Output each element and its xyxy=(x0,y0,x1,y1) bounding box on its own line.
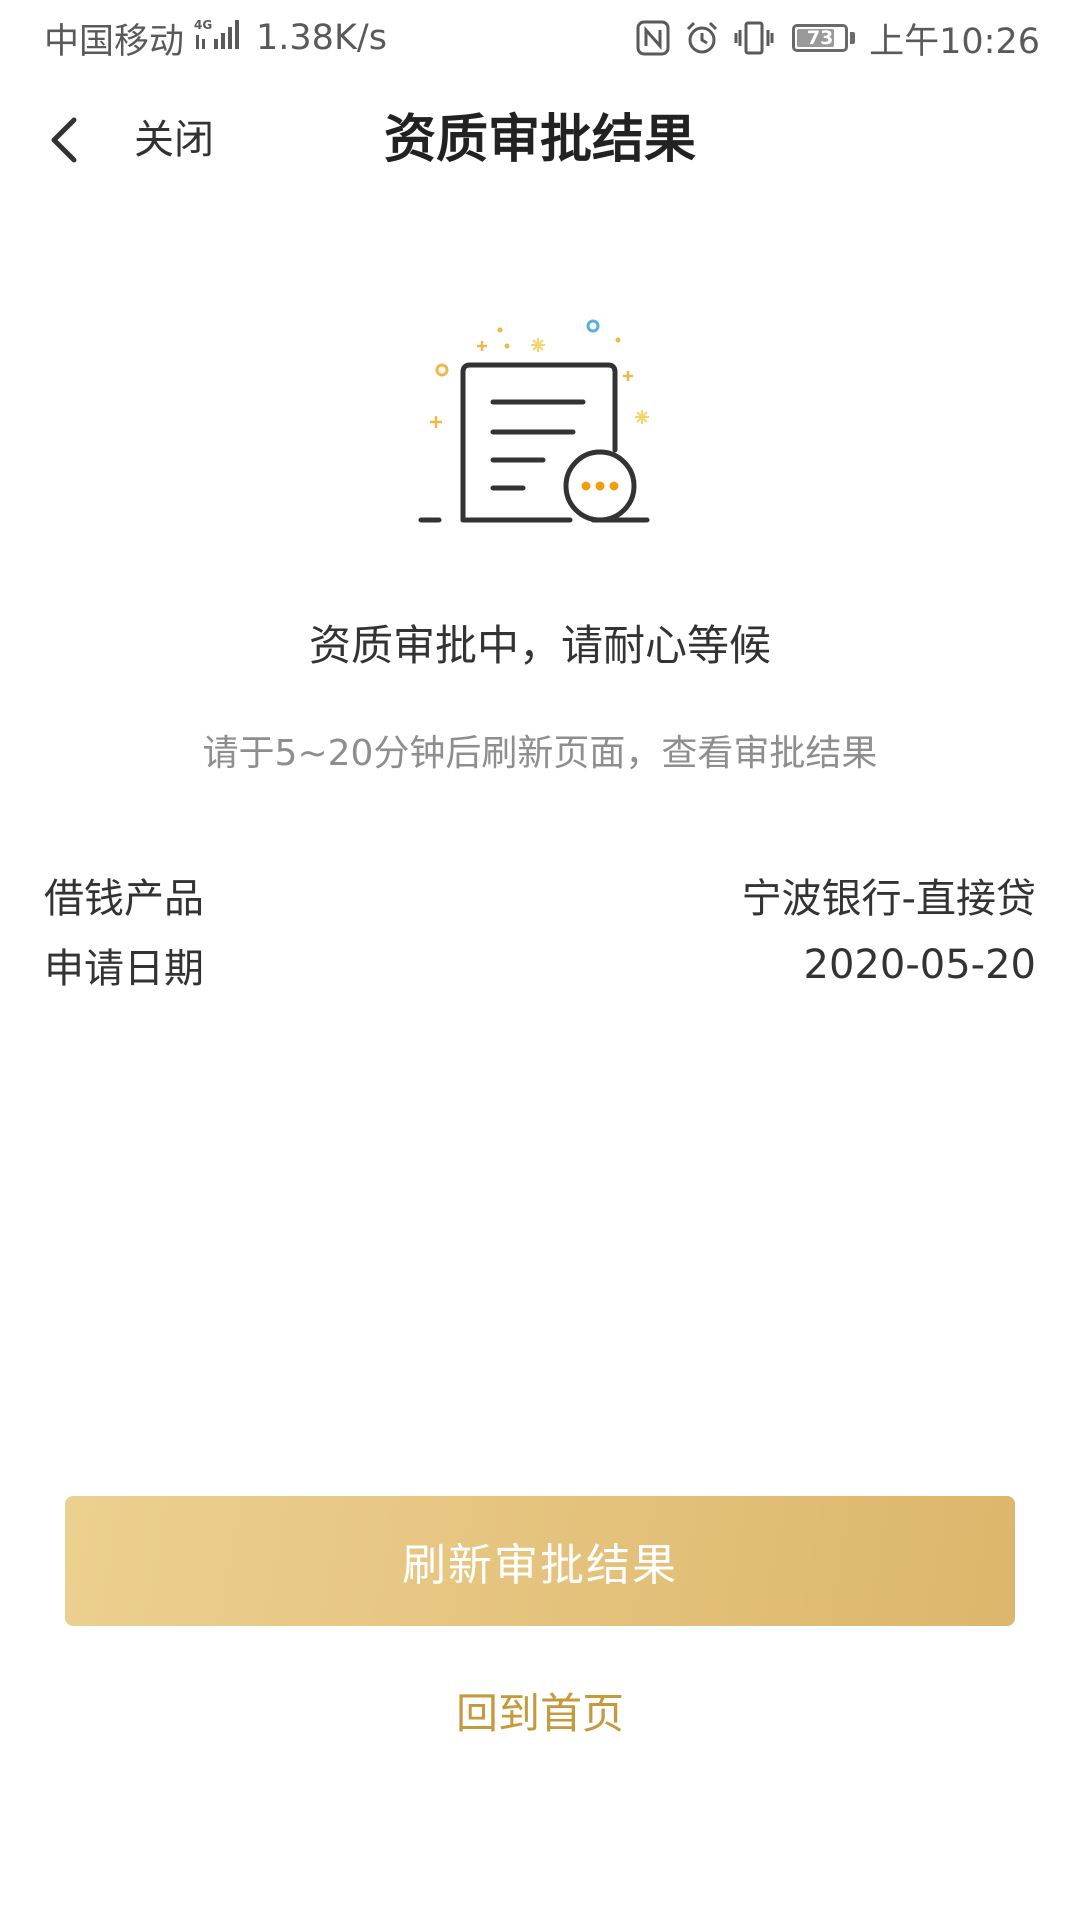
status-headline: 资质审批中，请耐心等候 xyxy=(308,621,771,670)
status-bar: 中国移动 4G 1.38K/s 73 上午10:26 xyxy=(0,0,1080,76)
info-value: 2020-05-20 xyxy=(803,942,1036,988)
info-label: 借钱产品 xyxy=(44,876,204,922)
info-row-date: 申请日期 2020-05-20 xyxy=(44,930,1036,1000)
document-pending-icon xyxy=(415,310,665,540)
info-value: 宁波银行-直接贷 xyxy=(741,876,1036,922)
status-hint: 请于5~20分钟后刷新页面，查看审批结果 xyxy=(202,733,878,774)
close-button[interactable]: 关闭 xyxy=(134,114,214,166)
battery-level: 73 xyxy=(806,27,834,49)
back-to-home-link[interactable]: 回到首页 xyxy=(0,1686,1080,1742)
carrier-name: 中国移动 xyxy=(44,21,185,62)
network-speed: 1.38K/s xyxy=(256,18,387,58)
battery-cap xyxy=(850,32,856,44)
chevron-left-icon[interactable] xyxy=(40,114,92,166)
clock: 上午10:26 xyxy=(869,21,1040,62)
vibrate-icon xyxy=(734,20,774,56)
nfc-icon xyxy=(636,20,670,56)
status-left: 中国移动 4G 1.38K/s xyxy=(44,14,387,62)
info-row-product: 借钱产品 宁波银行-直接贷 xyxy=(44,860,1036,930)
info-list: 借钱产品 宁波银行-直接贷 申请日期 2020-05-20 xyxy=(44,860,1036,1000)
battery-icon: 73 xyxy=(792,24,849,52)
alarm-icon xyxy=(684,20,720,56)
nav-bar: 资质审批结果 关闭 xyxy=(0,90,1080,190)
svg-text:4G: 4G xyxy=(194,18,212,32)
status-right: 73 上午10:26 xyxy=(622,14,1040,62)
refresh-result-button[interactable]: 刷新审批结果 xyxy=(65,1496,1015,1626)
info-label: 申请日期 xyxy=(44,946,204,992)
signal-icon: 4G xyxy=(194,17,242,60)
